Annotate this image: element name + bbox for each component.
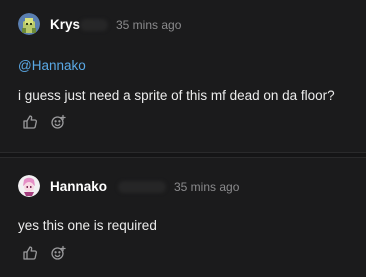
comment-timestamp: 35 mins ago bbox=[174, 180, 240, 194]
thumbs-up-icon[interactable] bbox=[22, 245, 38, 261]
user-mention[interactable]: @Hannako bbox=[18, 58, 86, 73]
redacted-name bbox=[118, 181, 166, 193]
comment-item: Krys 35 mins ago @Hannako i guess just n… bbox=[0, 0, 366, 152]
add-reaction-icon[interactable] bbox=[50, 245, 66, 261]
comment-thread: Krys 35 mins ago @Hannako i guess just n… bbox=[0, 0, 366, 277]
thumbs-up-icon[interactable] bbox=[22, 114, 38, 130]
comment-author[interactable]: Hannako bbox=[50, 179, 107, 194]
comment-author[interactable]: Krys bbox=[50, 17, 80, 32]
comment-text: yes this one is required bbox=[18, 218, 157, 233]
comment-item: Hannako 35 mins ago yes this one is requ… bbox=[0, 158, 366, 277]
redacted-name bbox=[80, 19, 108, 31]
comment-text: i guess just need a sprite of this mf de… bbox=[18, 88, 335, 103]
user-avatar[interactable] bbox=[18, 13, 40, 35]
add-reaction-icon[interactable] bbox=[50, 114, 66, 130]
comment-timestamp: 35 mins ago bbox=[116, 18, 182, 32]
user-avatar[interactable] bbox=[18, 175, 40, 197]
